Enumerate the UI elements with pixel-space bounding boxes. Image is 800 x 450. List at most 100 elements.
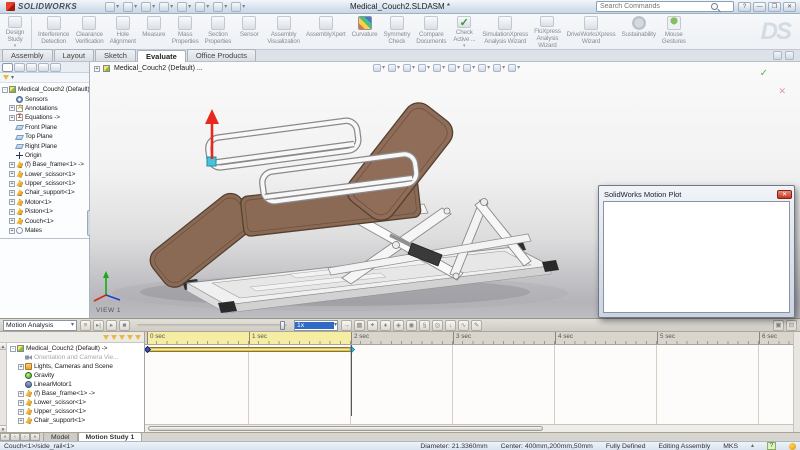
feature-tree-item[interactable]: Front Plane bbox=[0, 123, 89, 132]
toolbar-button[interactable]: ▸| bbox=[93, 319, 104, 331]
ribbon-button[interactable]: AssemblyXpert ▾ bbox=[303, 16, 349, 49]
toolbar-button[interactable]: ≡ bbox=[80, 319, 91, 331]
command-tab[interactable]: Sketch bbox=[95, 49, 136, 61]
view-tool-button[interactable]: ▾ bbox=[388, 63, 400, 72]
view-tool-button[interactable]: ▾ bbox=[448, 63, 460, 72]
timeline-pane[interactable]: 0 sec 1 sec 2 sec 3 sec 4 sec 5 sec 6 se… bbox=[145, 332, 793, 432]
quick-access-button[interactable]: ▾ bbox=[195, 1, 209, 12]
toolbar-button[interactable]: ▸ bbox=[106, 319, 117, 331]
filter-selected-icon[interactable] bbox=[127, 334, 133, 340]
configuration-manager-tab-icon[interactable] bbox=[26, 63, 37, 72]
vertical-scrollbar[interactable]: ▲ ▼ bbox=[0, 343, 7, 432]
search-input[interactable] bbox=[597, 3, 709, 10]
zoom-icon[interactable] bbox=[773, 51, 782, 60]
expand-toggle-icon[interactable]: + bbox=[9, 218, 15, 225]
view-tool-button[interactable]: ▾ bbox=[478, 63, 490, 72]
tab-nav-button[interactable]: « bbox=[0, 433, 10, 441]
ribbon-button[interactable]: Check Active ... ▾ bbox=[449, 16, 479, 49]
toolbar-button[interactable]: § bbox=[419, 319, 430, 331]
display-manager-tab-icon[interactable] bbox=[50, 63, 61, 72]
command-tab[interactable]: Layout bbox=[53, 49, 95, 61]
breadcrumb[interactable]: + Medical_Couch2 (Default) ... bbox=[94, 65, 203, 72]
motion-plot-titlebar[interactable]: SolidWorks Motion Plot ✕ bbox=[601, 188, 792, 200]
command-tab[interactable]: Office Products bbox=[186, 49, 256, 61]
feature-tree-item[interactable]: + Upper_scissor<1> bbox=[0, 179, 89, 188]
expand-toggle-icon[interactable]: + bbox=[9, 171, 15, 178]
window-button[interactable]: — bbox=[753, 1, 766, 12]
horizontal-scrollbar[interactable] bbox=[145, 424, 793, 432]
quick-access-button[interactable]: ▾ bbox=[123, 1, 137, 12]
timeline-position-slider[interactable] bbox=[137, 320, 287, 330]
motion-tree-item[interactable]: + Lower_scissor<1> bbox=[7, 398, 144, 407]
feature-tree-item[interactable]: + Motor<1> bbox=[0, 198, 89, 207]
ribbon-button[interactable]: Design Study ▾ bbox=[2, 16, 32, 49]
panel-split-divider[interactable] bbox=[0, 238, 89, 240]
expand-toggle-icon[interactable]: + bbox=[9, 105, 15, 112]
ribbon-button[interactable]: DriveWorksXpress Wizard ▾ bbox=[564, 16, 619, 49]
motion-tree-item[interactable]: Gravity bbox=[7, 371, 144, 380]
quick-access-button[interactable]: ▾ bbox=[141, 1, 155, 12]
feature-tree-item[interactable]: + Equations -> bbox=[0, 113, 89, 122]
quick-access-button[interactable]: ▾ bbox=[105, 1, 119, 12]
expand-toggle-icon[interactable]: + bbox=[9, 180, 15, 187]
ribbon-button[interactable]: FloXpress Analysis Wizard ▾ bbox=[531, 16, 564, 49]
expand-toggle-icon[interactable]: + bbox=[9, 161, 15, 168]
feature-tree-item[interactable]: Origin bbox=[0, 151, 89, 160]
help-icon[interactable]: ? bbox=[767, 442, 776, 450]
toolbar-button[interactable]: ◎ bbox=[432, 319, 443, 331]
quick-access-button[interactable]: ▾ bbox=[231, 1, 245, 12]
toolbar-button[interactable]: ✦ bbox=[367, 319, 378, 331]
motion-tree-item[interactable]: + Lights, Cameras and Scene bbox=[7, 362, 144, 371]
ribbon-button[interactable]: Hole Alignment ▾ bbox=[107, 16, 139, 49]
view-tool-button[interactable]: ▾ bbox=[373, 63, 385, 72]
expand-toggle-icon[interactable]: + bbox=[18, 390, 24, 397]
expand-toggle-icon[interactable]: + bbox=[9, 189, 15, 196]
ribbon-button[interactable]: Assembly Visualization ▾ bbox=[264, 16, 303, 49]
feature-tree-item[interactable]: + Couch<1> bbox=[0, 216, 89, 225]
toolbar-button[interactable]: ∿ bbox=[458, 319, 469, 331]
toolbar-button[interactable]: ▦ bbox=[354, 319, 365, 331]
tab-nav-button[interactable]: » bbox=[30, 433, 40, 441]
tree-filter-bar[interactable]: ▾ bbox=[0, 73, 89, 83]
filter-results-icon[interactable] bbox=[135, 334, 141, 340]
confirmation-cancel-icon[interactable]: ✕ bbox=[778, 86, 786, 97]
study-tab[interactable]: Motion Study 1 bbox=[77, 432, 143, 441]
ribbon-button[interactable]: Clearance Verification ▾ bbox=[72, 16, 106, 49]
feature-tree-item[interactable]: Sensors bbox=[0, 94, 89, 103]
quick-access-button[interactable]: ▾ bbox=[213, 1, 227, 12]
motion-tree-item[interactable]: LinearMotor1 bbox=[7, 380, 144, 389]
ribbon-button[interactable]: Section Properties ▾ bbox=[202, 16, 235, 49]
feature-tree-item[interactable]: Top Plane bbox=[0, 132, 89, 141]
motion-plot-window[interactable]: SolidWorks Motion Plot ✕ bbox=[598, 185, 795, 318]
toolbar-button[interactable]: ▣ bbox=[773, 319, 784, 331]
feature-tree-item[interactable]: + Chair_support<1> bbox=[0, 188, 89, 197]
timeline-ruler[interactable]: 0 sec 1 sec 2 sec 3 sec 4 sec 5 sec 6 se… bbox=[145, 332, 793, 345]
expand-toggle-icon[interactable]: - bbox=[2, 86, 8, 93]
feature-tree-item[interactable]: + Mates bbox=[0, 226, 89, 235]
chevron-up-icon[interactable]: ▴ bbox=[751, 443, 754, 449]
scrollbar-thumb[interactable] bbox=[148, 426, 543, 431]
search-commands-box[interactable] bbox=[596, 1, 734, 12]
ribbon-button[interactable]: Symmetry Check ▾ bbox=[380, 16, 413, 49]
view-tool-button[interactable]: ▾ bbox=[403, 63, 415, 72]
tab-nav-button[interactable]: › bbox=[20, 433, 30, 441]
feature-tree-item[interactable]: + Lower_scissor<1> bbox=[0, 170, 89, 179]
command-tab[interactable]: Assembly bbox=[2, 49, 53, 61]
feature-tree-item[interactable]: + Annotations bbox=[0, 104, 89, 113]
expand-toggle-icon[interactable]: + bbox=[94, 65, 100, 72]
tab-nav-button[interactable]: ‹ bbox=[10, 433, 20, 441]
toolbar-button[interactable]: ✎ bbox=[471, 319, 482, 331]
expand-toggle-icon[interactable]: + bbox=[9, 199, 15, 206]
zoom-area-icon[interactable] bbox=[785, 51, 794, 60]
expand-toggle-icon[interactable]: + bbox=[9, 114, 15, 121]
scroll-up-icon[interactable]: ▲ bbox=[0, 343, 6, 350]
expand-toggle-icon[interactable]: + bbox=[18, 399, 24, 406]
motion-tree-item[interactable]: + Chair_support<1> bbox=[7, 416, 144, 425]
ribbon-button[interactable]: Sustainability ▾ bbox=[618, 16, 658, 49]
feature-tree-item[interactable]: - Medical_Couch2 (Default) -> bbox=[0, 85, 89, 94]
feature-tree-item[interactable]: + (f) Base_frame<1> -> bbox=[0, 160, 89, 169]
feature-tree-item[interactable]: + Piston<1> bbox=[0, 207, 89, 216]
motion-tree-item[interactable]: - Medical_Couch2 (Default) -> bbox=[7, 344, 144, 353]
expand-toggle-icon[interactable]: + bbox=[18, 417, 24, 424]
motion-tree-item[interactable]: Orientation and Camera Vie... bbox=[7, 353, 144, 362]
